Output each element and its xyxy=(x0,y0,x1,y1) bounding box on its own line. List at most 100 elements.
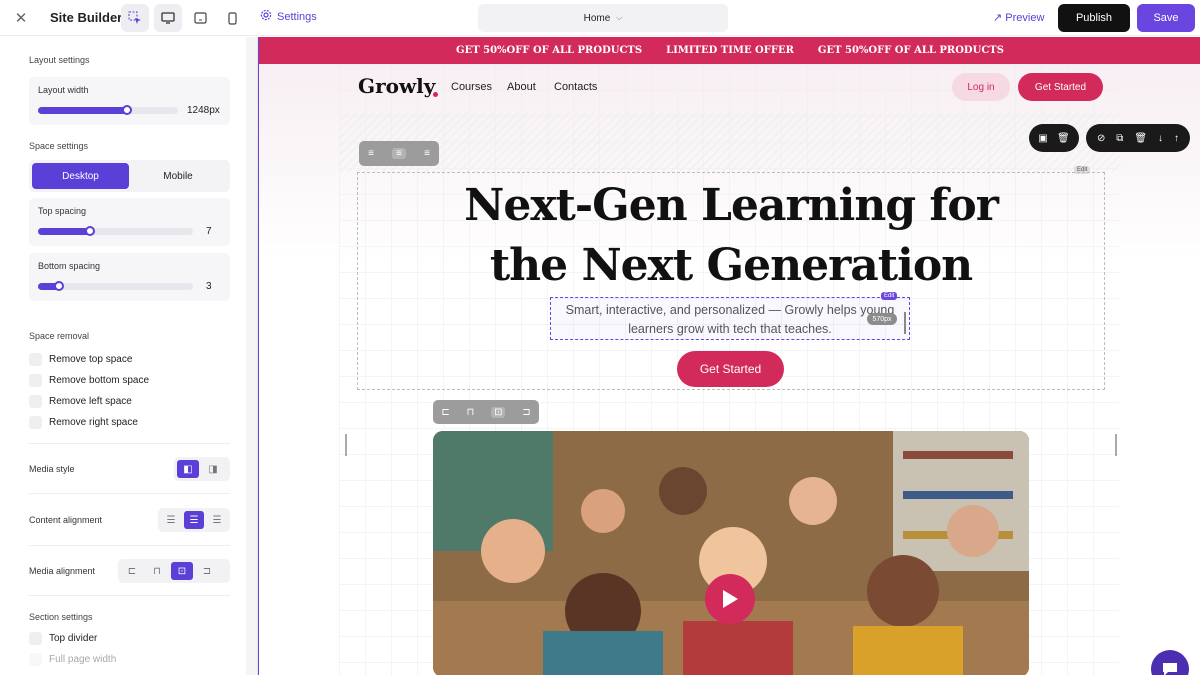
slider-knob[interactable] xyxy=(54,281,64,291)
media-style-right-icon[interactable]: ◨ xyxy=(202,460,224,478)
content-alignment-label: Content alignment xyxy=(29,515,103,525)
desktop-toggle[interactable]: Desktop xyxy=(32,163,129,189)
section-toolbar-a: ▣ 🗑 xyxy=(1029,124,1079,152)
layout-width-value: 1248px xyxy=(187,105,220,116)
page-preview: Growly Courses About Contacts Log in Get… xyxy=(259,64,1200,675)
top-spacing-slider[interactable] xyxy=(38,226,193,236)
promo-text: LIMITED TIME OFFER xyxy=(666,45,794,56)
section-toolbar-b: ⊘ ⧉ 🗑 ↓ ↑ xyxy=(1086,124,1190,152)
login-button[interactable]: Log in xyxy=(952,73,1010,101)
remove-bottom-space-checkbox[interactable]: Remove bottom space xyxy=(29,374,149,387)
save-block-icon[interactable]: ▣ xyxy=(1038,133,1047,144)
checkbox-label: Top divider xyxy=(49,633,98,644)
checkbox-box[interactable] xyxy=(29,653,42,666)
align-left-icon[interactable]: ≡ xyxy=(368,148,374,159)
top-divider-checkbox[interactable]: Top divider xyxy=(29,632,97,645)
trash-icon[interactable]: 🗑 xyxy=(1057,133,1070,144)
hero-get-started-button[interactable]: Get Started xyxy=(677,351,784,387)
top-spacing-card: Top spacing 7 xyxy=(29,198,230,246)
subtitle-edit-tag[interactable]: Edit xyxy=(881,292,898,300)
move-down-icon[interactable]: ↓ xyxy=(1158,133,1163,144)
remove-left-space-checkbox[interactable]: Remove left space xyxy=(29,395,132,408)
preview-button[interactable]: ↗ Preview xyxy=(993,11,1044,24)
subtitle-line-1: Smart, interactive, and personalized — G… xyxy=(565,303,895,317)
close-icon[interactable]: ✕ xyxy=(10,8,32,28)
site-logo[interactable]: Growly xyxy=(358,74,435,98)
slider-knob[interactable] xyxy=(85,226,95,236)
divider xyxy=(29,493,230,494)
resize-handle[interactable] xyxy=(904,312,906,334)
checkbox-label: Remove top space xyxy=(49,354,133,365)
chevron-down-icon: ⌵ xyxy=(616,13,623,22)
chat-widget-button[interactable] xyxy=(1151,650,1189,675)
settings-button[interactable]: Settings xyxy=(260,9,317,24)
layout-width-label: Layout width xyxy=(38,85,89,95)
media-center-icon[interactable]: ⊡ xyxy=(491,406,506,418)
play-button[interactable] xyxy=(705,574,755,624)
device-toggle: Desktop Mobile xyxy=(29,160,230,192)
align-center-icon[interactable]: ☰ xyxy=(184,511,204,529)
nav-get-started-button[interactable]: Get Started xyxy=(1018,73,1103,101)
media-top-icon[interactable]: ⊓ xyxy=(146,562,168,580)
move-up-icon[interactable]: ↑ xyxy=(1174,133,1179,144)
media-top-icon[interactable]: ⊓ xyxy=(467,407,475,418)
section-settings-title: Section settings xyxy=(29,612,93,622)
remove-top-space-checkbox[interactable]: Remove top space xyxy=(29,353,132,366)
select-tool-icon[interactable] xyxy=(121,4,149,32)
settings-sidebar: Layout settings Layout width 1248px Spac… xyxy=(0,37,258,675)
checkbox-box[interactable] xyxy=(29,374,42,387)
left-resize-handle[interactable] xyxy=(345,434,347,456)
tablet-view-icon[interactable] xyxy=(186,4,214,32)
mobile-view-icon[interactable] xyxy=(218,4,246,32)
layout-width-slider[interactable] xyxy=(38,105,178,115)
align-center-icon[interactable]: ≡ xyxy=(392,148,406,159)
spacing-area xyxy=(339,112,1121,172)
align-right-icon[interactable]: ≡ xyxy=(424,148,430,159)
media-left-icon[interactable]: ⊏ xyxy=(441,407,449,418)
nav-about[interactable]: About xyxy=(507,81,536,93)
bottom-spacing-card: Bottom spacing 3 xyxy=(29,253,230,301)
publish-button[interactable]: Publish xyxy=(1058,4,1130,32)
hero-subtitle[interactable]: Smart, interactive, and personalized — G… xyxy=(550,301,910,339)
page-selector[interactable]: Home ⌵ xyxy=(478,4,728,32)
settings-label: Settings xyxy=(277,10,317,23)
top-bar: ✕ Site Builder Settings Home ⌵ ↗ Preview… xyxy=(0,0,1200,36)
media-left-icon[interactable]: ⊏ xyxy=(121,562,143,580)
checkbox-label: Full page width xyxy=(49,654,117,665)
chat-icon xyxy=(1163,663,1177,675)
hide-icon[interactable]: ⊘ xyxy=(1097,133,1105,144)
save-button[interactable]: Save xyxy=(1137,4,1195,32)
media-right-icon[interactable]: ⊐ xyxy=(196,562,218,580)
editor-canvas[interactable]: GET 50%OFF OF ALL PRODUCTS LIMITED TIME … xyxy=(258,37,1200,675)
desktop-view-icon[interactable] xyxy=(154,4,182,32)
checkbox-box[interactable] xyxy=(29,353,42,366)
checkbox-label: Remove right space xyxy=(49,417,138,428)
media-toolbar: ⊏ ⊓ ⊡ ⊐ xyxy=(433,400,539,424)
align-right-icon[interactable]: ☰ xyxy=(207,511,227,529)
media-alignment-label: Media alignment xyxy=(29,566,96,576)
checkbox-box[interactable] xyxy=(29,416,42,429)
slider-fill xyxy=(38,107,128,114)
trash-icon[interactable]: 🗑 xyxy=(1134,133,1147,144)
media-style-left-icon[interactable]: ◧ xyxy=(177,460,199,478)
media-right-icon[interactable]: ⊐ xyxy=(522,407,530,418)
align-left-icon[interactable]: ☰ xyxy=(161,511,181,529)
sidebar-scrollbar[interactable] xyxy=(246,37,257,675)
media-center-icon[interactable]: ⊡ xyxy=(171,562,193,580)
right-resize-handle[interactable] xyxy=(1115,434,1117,456)
media-alignment-group: ⊏ ⊓ ⊡ ⊐ xyxy=(118,559,230,583)
checkbox-box[interactable] xyxy=(29,395,42,408)
bottom-spacing-slider[interactable] xyxy=(38,281,193,291)
checkbox-box[interactable] xyxy=(29,632,42,645)
media-style-label: Media style xyxy=(29,464,75,474)
mobile-toggle[interactable]: Mobile xyxy=(129,163,227,189)
hero-video[interactable] xyxy=(433,431,1029,675)
duplicate-icon[interactable]: ⧉ xyxy=(1116,133,1123,144)
hero-headline[interactable]: Next-Gen Learning for the Next Generatio… xyxy=(419,176,1043,296)
slider-knob[interactable] xyxy=(122,105,132,115)
top-spacing-value: 7 xyxy=(206,226,212,237)
nav-courses[interactable]: Courses xyxy=(451,81,492,93)
remove-right-space-checkbox[interactable]: Remove right space xyxy=(29,416,138,429)
nav-contacts[interactable]: Contacts xyxy=(554,81,597,93)
full-page-width-checkbox[interactable]: Full page width xyxy=(29,653,116,666)
